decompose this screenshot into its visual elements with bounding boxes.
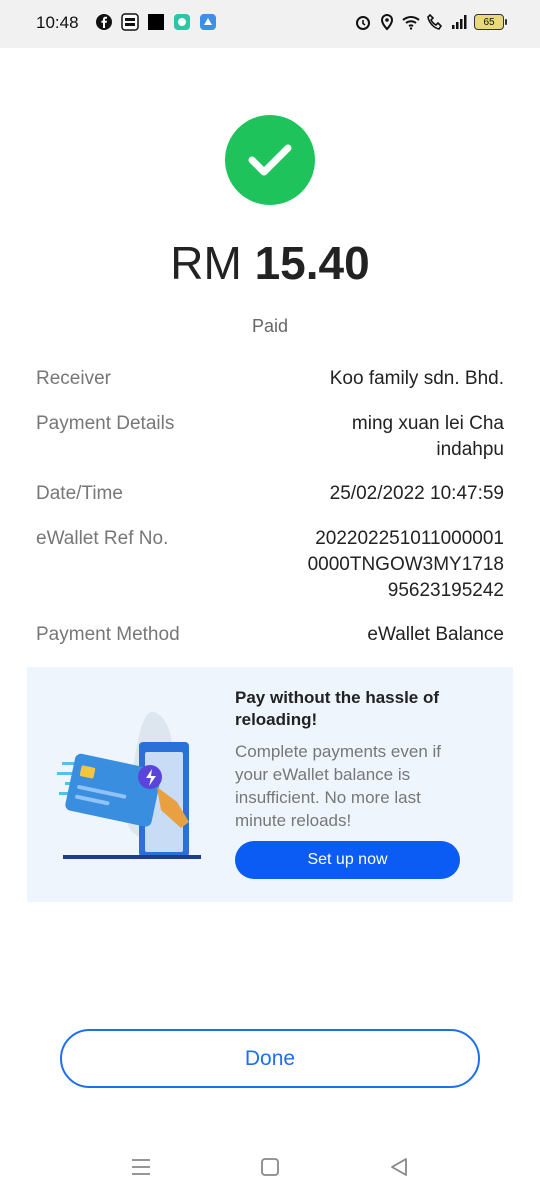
set-up-now-button[interactable]: Set up now (235, 841, 460, 879)
wifi-icon (402, 16, 420, 30)
chat-icon (174, 14, 190, 30)
battery-level: 65 (483, 16, 495, 28)
location-icon (380, 13, 394, 31)
amount-value: 15.40 (254, 237, 370, 289)
detail-value-line: ming xuan lei Cha (351, 413, 504, 434)
menu-icon[interactable] (130, 1156, 152, 1178)
alarm-icon (356, 16, 370, 30)
payment-status: Paid (251, 316, 289, 336)
detail-label: eWallet Ref No. (36, 528, 169, 549)
currency-label: RM (170, 237, 242, 289)
detail-value-line: eWallet Balance (367, 624, 504, 645)
detail-value-line: 0000TNGOW3MY1718 (307, 554, 504, 575)
battery-icon: 65 (474, 14, 507, 30)
detail-value-line: Koo family sdn. Bhd. (329, 368, 504, 389)
detail-value-line: 20220225101100000​1 (315, 528, 504, 549)
detail-value: eWallet Balance (367, 622, 504, 648)
detail-label: Payment Details (36, 413, 175, 434)
detail-value: ming xuan lei Cha indahpu (352, 411, 504, 463)
black-square-icon (148, 14, 164, 30)
done-button[interactable]: Done (60, 1029, 480, 1088)
system-icons: 65 (354, 13, 507, 31)
promo-title: Pay without the hassle of reloading! (235, 688, 440, 729)
auto-reload-promo-banner: Pay without the hassle of reloading! Com… (27, 667, 513, 902)
detail-row-payment-details: Payment Details ming xuan lei Cha indahp… (36, 411, 504, 463)
notification-icons (95, 13, 217, 31)
detail-row-ref-no: eWallet Ref No. 20220225101100000​1 0000… (36, 526, 504, 604)
detail-row-receiver: Receiver Koo family sdn. Bhd. (36, 366, 504, 392)
app-icon (200, 14, 216, 30)
system-nav-bar (0, 1140, 540, 1200)
detail-label: Date/Time (36, 483, 123, 504)
detail-value: 20220225101100000​1 0000TNGOW3MY1718 956… (308, 526, 504, 604)
volte-call-icon (427, 13, 443, 30)
card-phone-illustration (57, 712, 201, 859)
signal-icon (452, 15, 467, 29)
detail-label: Payment Method (36, 624, 180, 645)
status-bar: 10:48 65 (0, 0, 540, 48)
status-time: 10:48 (36, 13, 79, 32)
touchngo-icon (121, 13, 139, 31)
detail-value-line: indahpu (436, 439, 504, 460)
detail-row-payment-method: Payment Method eWallet Balance (36, 622, 504, 648)
detail-label: Receiver (36, 368, 111, 389)
detail-row-datetime: Date/Time 25/02/2022 10:47:59 (36, 481, 504, 507)
detail-value: 25/02/2022 10:47:59 (330, 481, 504, 507)
home-icon[interactable] (259, 1156, 281, 1178)
detail-value: Koo family sdn. Bhd. (330, 366, 504, 392)
detail-value-line: 95623195242 (387, 580, 504, 601)
success-check-icon (225, 115, 315, 205)
facebook-icon (96, 14, 112, 30)
detail-value-line: 25/02/2022 10:47:59 (329, 483, 504, 504)
promo-description: Complete payments even if your eWallet b… (235, 742, 441, 830)
back-icon[interactable] (388, 1156, 410, 1178)
payment-amount: RM 15.40 (0, 236, 540, 290)
